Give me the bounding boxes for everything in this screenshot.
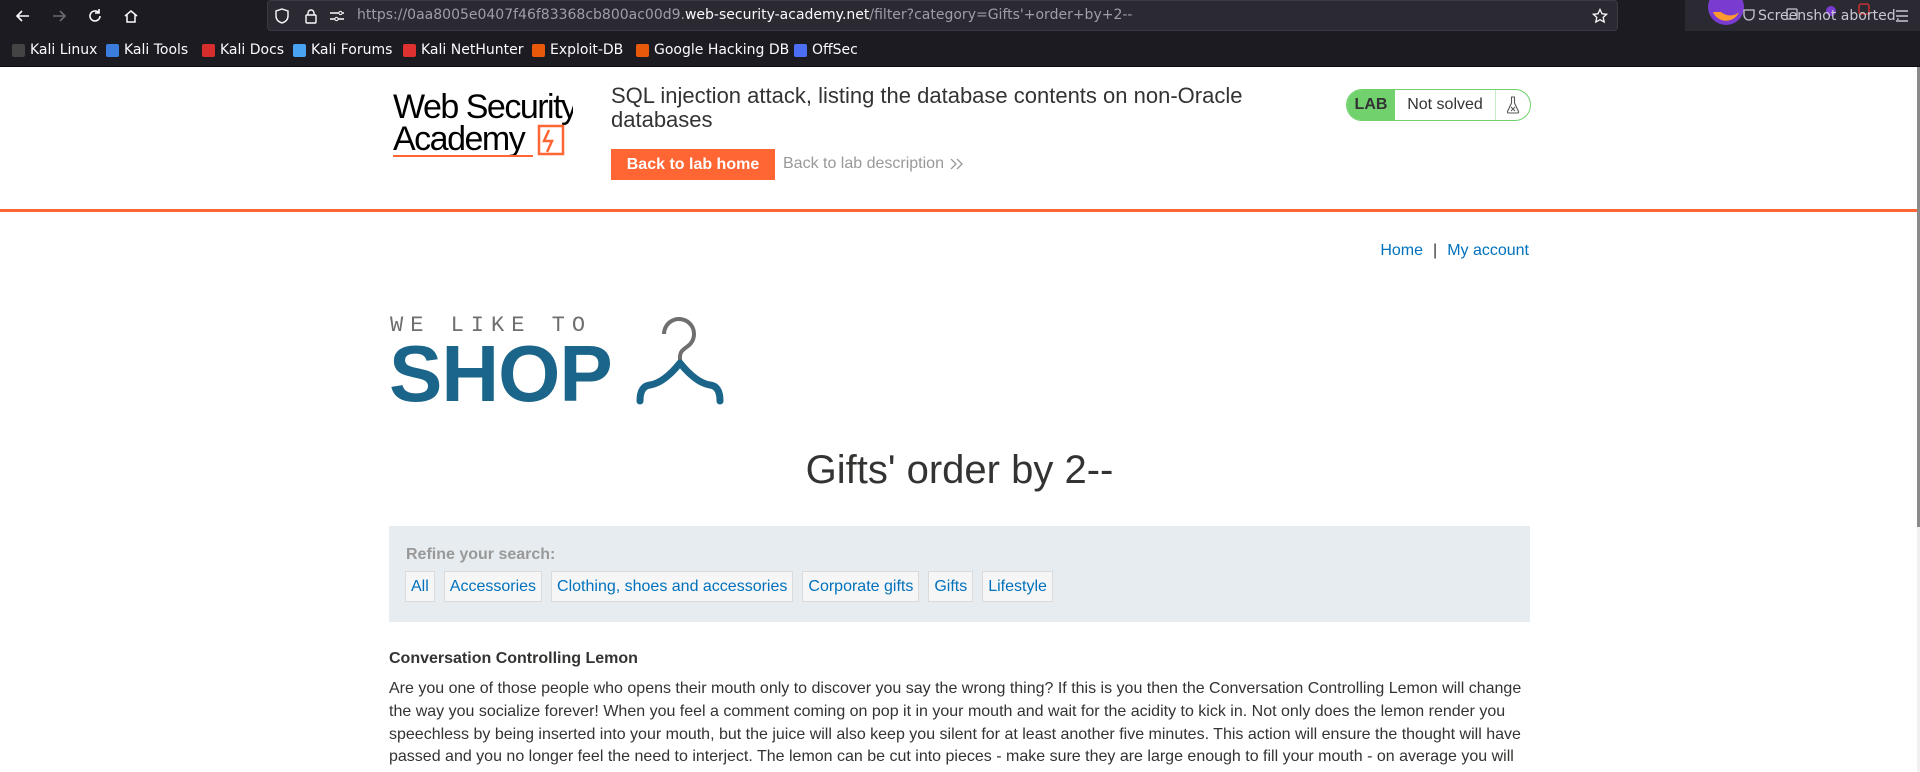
url-prefix: https://0aa8005e0407f46f83368cb800ac00d9… <box>357 7 685 23</box>
bookmark-label: Kali Linux <box>30 42 98 58</box>
back-arrow-icon[interactable] <box>12 5 34 27</box>
kali-forums-icon <box>293 43 306 57</box>
exploit-db-icon <box>532 43 545 57</box>
page-title: Gifts' order by 2-- <box>805 448 1114 492</box>
hanger-icon <box>636 317 724 405</box>
kali-icon <box>12 43 25 57</box>
kali-tools-icon <box>106 43 119 57</box>
filter-all[interactable]: All <box>405 571 435 602</box>
back-to-lab-description-link[interactable]: Back to lab description <box>783 155 964 173</box>
nethunter-icon <box>403 43 416 57</box>
filter-gifts[interactable]: Gifts <box>928 571 974 602</box>
home-link[interactable]: Home <box>1380 242 1423 260</box>
url-path: /filter?category=Gifts'+order+by+2-- <box>869 7 1133 23</box>
browser-toolbar: https://0aa8005e0407f46f83368cb800ac00d9… <box>0 0 1920 40</box>
bookmarks-bar: Kali Linux Kali Tools Kali Docs Kali For… <box>0 31 1920 67</box>
shield-icon[interactable] <box>273 7 291 25</box>
firefox-icon[interactable] <box>1705 0 1747 28</box>
shop-word: SHOP <box>389 329 612 409</box>
nav-separator: | <box>1433 242 1438 259</box>
bookmark-exploit-db[interactable]: Exploit-DB <box>532 41 623 59</box>
bookmark-kali-linux[interactable]: Kali Linux <box>12 41 97 59</box>
lab-description-label: Back to lab description <box>783 155 944 172</box>
bookmark-kali-docs[interactable]: Kali Docs <box>202 41 284 59</box>
category-filters: All Accessories Clothing, shoes and acce… <box>405 571 1062 602</box>
double-chevron-right-icon <box>950 158 963 170</box>
lab-badge: LAB <box>1347 90 1395 120</box>
home-icon[interactable] <box>120 5 142 27</box>
lab-title: SQL injection attack, listing the databa… <box>611 83 1243 132</box>
lock-icon[interactable] <box>302 7 320 25</box>
my-account-link[interactable]: My account <box>1447 242 1529 260</box>
bookmark-google-hacking-db[interactable]: Google Hacking DB <box>636 41 789 59</box>
bookmark-label: Kali Docs <box>220 42 285 58</box>
bookmark-label: Google Hacking DB <box>654 42 790 58</box>
bookmark-kali-tools[interactable]: Kali Tools <box>106 41 188 59</box>
bookmark-label: Exploit-DB <box>550 42 624 58</box>
shop-logo: WE LIKE TO SHOP <box>389 309 749 418</box>
academy-logo[interactable]: Web Security Academy <box>391 88 580 165</box>
permissions-icon[interactable] <box>328 7 346 25</box>
screenshot-status: Screenshot aborted. <box>1758 8 1901 24</box>
filter-corporate-gifts[interactable]: Corporate gifts <box>802 571 920 602</box>
filter-clothing[interactable]: Clothing, shoes and accessories <box>551 571 794 602</box>
bookmark-kali-forums[interactable]: Kali Forums <box>293 41 392 59</box>
flask-icon <box>1495 90 1530 120</box>
bookmark-label: OffSec <box>812 42 858 58</box>
url-bar[interactable]: https://0aa8005e0407f46f83368cb800ac00d9… <box>267 0 1618 31</box>
kali-docs-icon <box>202 43 215 57</box>
url-host: web-security-academy.net <box>684 7 870 23</box>
logo-line2: Academy <box>393 120 526 158</box>
ghdb-icon <box>636 43 649 57</box>
reload-icon[interactable] <box>84 5 106 27</box>
product-name: Conversation Controlling Lemon <box>389 650 638 667</box>
filter-accessories[interactable]: Accessories <box>443 571 543 602</box>
product-description: Are you one of those people who opens th… <box>389 680 1522 766</box>
bookmark-kali-nethunter[interactable]: Kali NetHunter <box>403 41 523 59</box>
forward-arrow-icon[interactable] <box>48 5 70 27</box>
bookmark-offsec[interactable]: OffSec <box>794 41 858 59</box>
filter-lifestyle[interactable]: Lifestyle <box>982 571 1053 602</box>
filter-panel: Refine your search: All Accessories Clot… <box>389 526 1530 622</box>
bookmark-label: Kali NetHunter <box>421 42 524 58</box>
lab-status-widget: LAB Not solved <box>1346 89 1531 121</box>
pocket-icon[interactable] <box>1743 8 1755 22</box>
bookmark-label: Kali Tools <box>124 42 189 58</box>
back-to-lab-home-button[interactable]: Back to lab home <box>611 149 775 180</box>
lab-status-text: Not solved <box>1407 96 1483 113</box>
url-text[interactable]: https://0aa8005e0407f46f83368cb800ac00d9… <box>357 7 1132 23</box>
top-navigation: Home | My account <box>1380 242 1529 260</box>
refine-label: Refine your search: <box>406 546 556 563</box>
bookmark-star-icon[interactable] <box>1591 7 1609 25</box>
bookmark-label: Kali Forums <box>311 42 393 58</box>
offsec-icon <box>794 43 807 57</box>
